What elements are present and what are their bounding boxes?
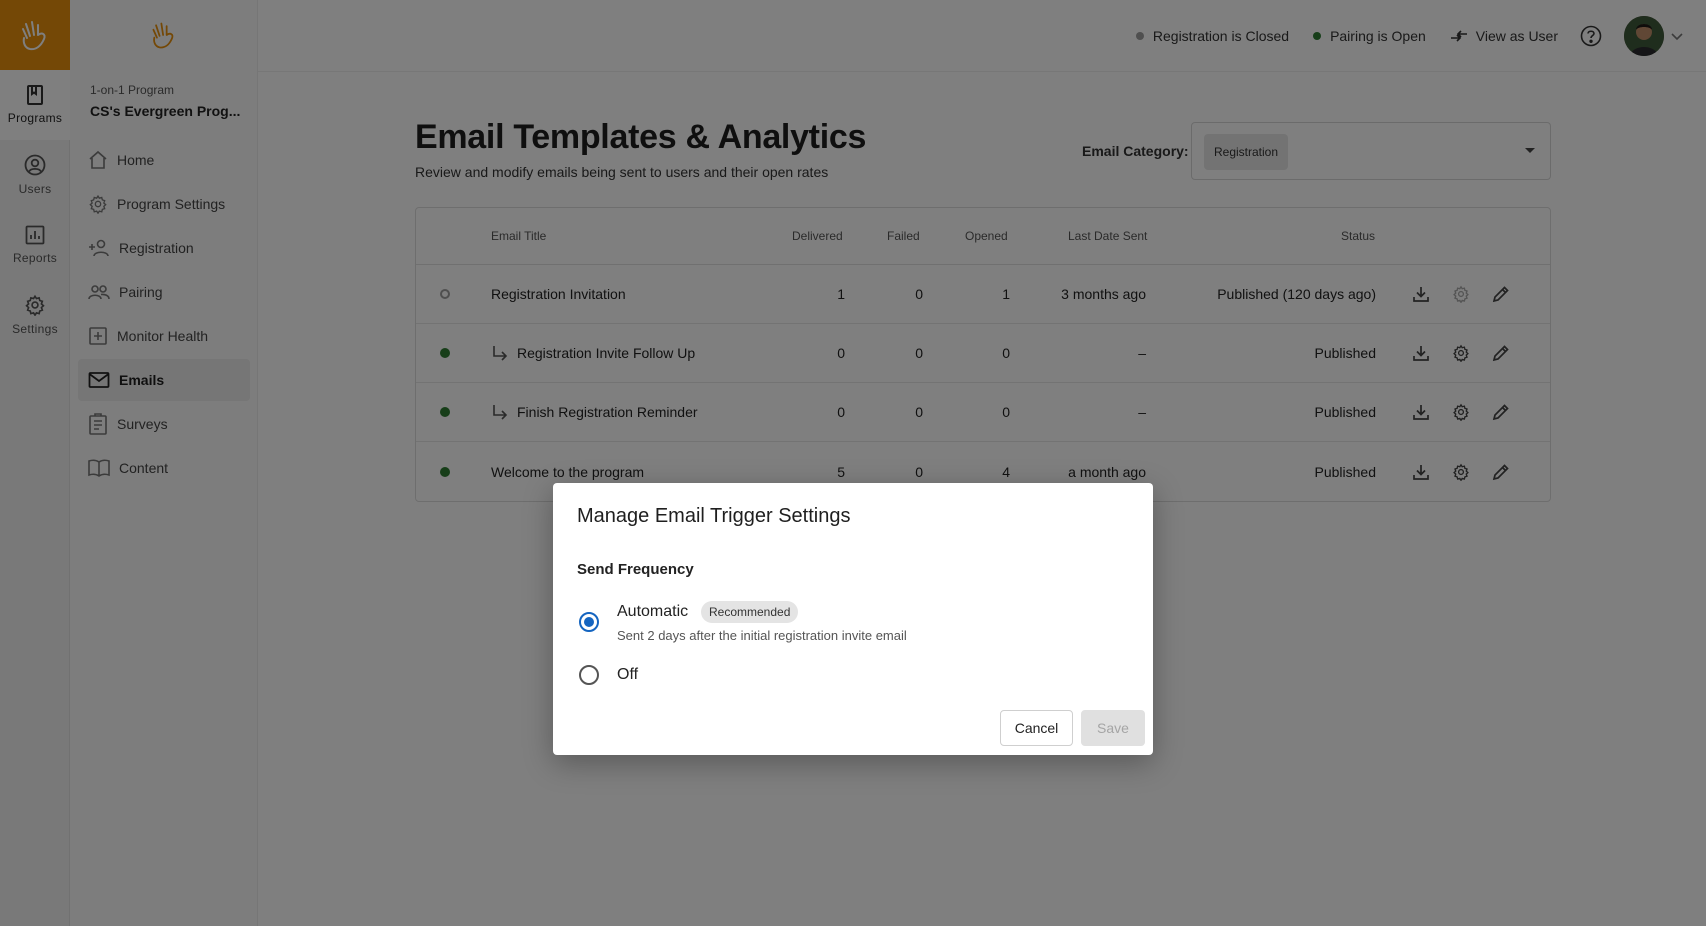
automatic-radio[interactable] <box>579 612 599 632</box>
save-button[interactable]: Save <box>1081 710 1145 746</box>
send-frequency-label: Send Frequency <box>577 561 694 578</box>
off-label[interactable]: Off <box>617 666 638 684</box>
recommended-badge: Recommended <box>701 601 799 623</box>
automatic-label[interactable]: Automatic <box>617 603 688 621</box>
dialog-title: Manage Email Trigger Settings <box>577 505 851 527</box>
automatic-description: Sent 2 days after the initial registrati… <box>617 628 907 643</box>
cancel-button[interactable]: Cancel <box>1000 710 1073 746</box>
modal-backdrop[interactable] <box>0 0 1706 926</box>
off-radio[interactable] <box>579 665 599 685</box>
email-trigger-settings-dialog: Manage Email Trigger Settings Send Frequ… <box>553 483 1153 755</box>
